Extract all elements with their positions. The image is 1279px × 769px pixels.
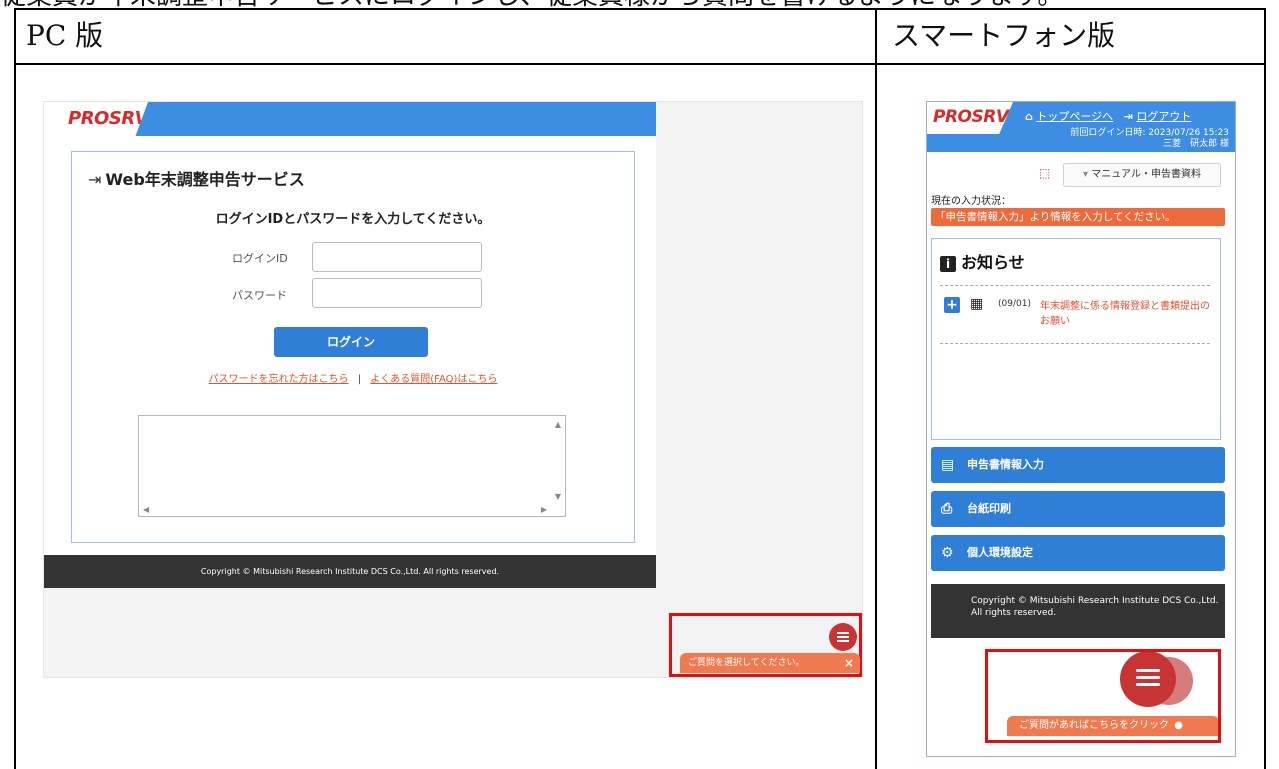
manual-label: マニュアル・申告書資料 (1091, 169, 1201, 180)
building-icon: ▦ (970, 296, 984, 312)
login-icon: ⇥ (88, 170, 102, 189)
smartphone-column-header: スマートフォン版 (892, 19, 1116, 52)
sp-chat-highlight (985, 649, 1221, 743)
expand-plus-icon[interactable]: + (944, 297, 960, 313)
faq-link[interactable]: よくある質問(FAQ)はこちら (370, 374, 497, 385)
status-label: 現在の入力状況： (931, 196, 1011, 207)
login-instruction: ログインIDとパスワードを入力してください。 (215, 212, 491, 227)
smartphone-screenshot: PROSRV ⌂ トップページへ ⇥ ログアウト 前回ログイン日時: 2023/… (926, 101, 1236, 757)
news-panel: i お知らせ + ▦ (09/01) 年末調整に係る情報登録と書類提出のお願い (931, 238, 1221, 440)
sp-top-links: ⌂ トップページへ ⇥ ログアウト (1025, 108, 1191, 124)
service-title: ⇥ Web年末調整申告サービス (88, 166, 305, 190)
password-label: パスワード (232, 289, 287, 302)
scroll-down-icon[interactable]: ▼ (555, 492, 561, 501)
chat-bubble-icon[interactable] (829, 623, 857, 651)
link-separator: | (357, 374, 362, 385)
menu-print-mount[interactable]: ⎙ 台紙印刷 (931, 491, 1225, 527)
form-icon: ▤ (941, 457, 955, 473)
menu-label: 申告書情報入力 (967, 458, 1044, 471)
last-login: 前回ログイン日時: 2023/07/26 15:23 (1070, 128, 1229, 138)
service-title-text: Web年末調整申告サービス (105, 170, 305, 189)
scroll-right-icon[interactable]: ▶ (541, 505, 547, 514)
pc-chat-bar[interactable]: ご質問を選択してください。 × (680, 653, 860, 673)
pc-column-header: PC 版 (26, 19, 104, 52)
help-links: パスワードを忘れた方はこちら | よくある質問(FAQ)はこちら (72, 370, 634, 385)
news-title-text: お知らせ (961, 253, 1025, 272)
scroll-up-icon[interactable]: ▲ (555, 420, 561, 429)
login-button[interactable]: ログイン (274, 327, 428, 357)
sp-footer: Copyright © Mitsubishi Research Institut… (931, 584, 1225, 638)
chevron-down-icon: ▾ (1083, 169, 1089, 180)
news-date: (09/01) (998, 299, 1031, 309)
pc-login-page: ⇥ Web年末調整申告サービス ログインIDとパスワードを入力してください。 ログ… (44, 136, 656, 555)
gear-icon: ⚙ (941, 545, 954, 561)
table-column-divider (875, 8, 877, 769)
scroll-left-icon[interactable]: ◀ (143, 505, 149, 514)
sp-logo: PROSRV (927, 102, 1013, 134)
printer-icon: ⎙ (941, 501, 953, 517)
login-id-input[interactable] (312, 242, 482, 272)
password-input[interactable] (312, 278, 482, 308)
info-icon: i (940, 256, 956, 272)
login-panel: ⇥ Web年末調整申告サービス ログインIDとパスワードを入力してください。 ログ… (71, 151, 635, 543)
logout-link[interactable]: ログアウト (1136, 110, 1191, 123)
sp-header: PROSRV ⌂ トップページへ ⇥ ログアウト 前回ログイン日時: 2023/… (927, 102, 1235, 152)
home-icon: ⌂ (1025, 110, 1033, 123)
manual-dropdown[interactable]: ▾ マニュアル・申告書資料 (1063, 163, 1221, 187)
news-item-link[interactable]: 年末調整に係る情報登録と書類提出のお願い (1040, 299, 1210, 329)
news-divider-bottom (940, 343, 1210, 344)
forgot-password-link[interactable]: パスワードを忘れた方はこちら (209, 374, 349, 385)
menu-label: 個人環境設定 (967, 546, 1033, 559)
table-header-divider (14, 63, 1266, 65)
user-name: 三菱 研太郎 様 (1163, 139, 1229, 149)
pc-screenshot: PROSRV ⇥ Web年末調整申告サービス ログインIDとパスワードを入力してく… (43, 101, 863, 678)
notice-textarea[interactable]: ▲ ▼ ◀ ▶ (138, 415, 566, 517)
news-title: i お知らせ (940, 249, 1025, 273)
menu-label: 台紙印刷 (967, 502, 1011, 515)
logo-text: PROSRV (68, 108, 149, 129)
last-login-info: 前回ログイン日時: 2023/07/26 15:23 三菱 研太郎 様 (1070, 128, 1229, 150)
menu-declaration-input[interactable]: ▤ 申告書情報入力 (931, 447, 1225, 483)
pc-chat-text: ご質問を選択してください。 (688, 658, 805, 668)
sp-logo-text: PROSRV (933, 107, 1009, 127)
close-icon[interactable]: × (844, 653, 854, 673)
pc-logo: PROSRV (44, 102, 148, 136)
logout-icon: ⇥ (1123, 110, 1133, 123)
top-page-link[interactable]: トップページへ (1036, 110, 1113, 123)
pdf-icon: ⬚ (1039, 166, 1051, 180)
status-message: 「申告書情報入力」より情報を入力してください。 (931, 208, 1225, 226)
pc-header-bar: PROSRV (44, 102, 656, 136)
login-id-label: ログインID (232, 252, 288, 265)
cut-off-header-text: 従業員が年末調整申告サービスにログインし、従業員様から質問を書けるようになります… (0, 0, 1279, 8)
pc-footer: Copyright © Mitsubishi Research Institut… (44, 555, 656, 588)
news-divider-top (940, 285, 1210, 286)
menu-personal-settings[interactable]: ⚙ 個人環境設定 (931, 535, 1225, 571)
